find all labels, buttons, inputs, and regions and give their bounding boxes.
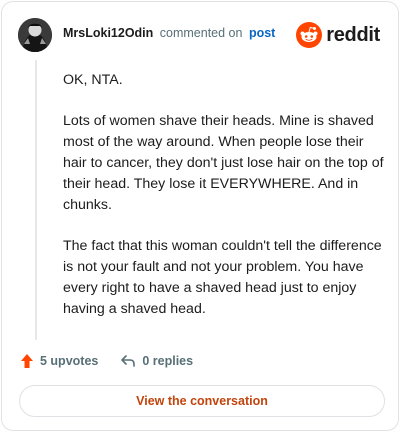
comment-paragraph: Lots of women shave their heads. Mine is… [63,113,384,213]
action-text: commented on [159,26,243,40]
upvote-arrow-icon [21,354,33,368]
avatar[interactable] [18,18,52,52]
reddit-wordmark: reddit [326,23,380,46]
reply-arrow-icon [121,355,136,367]
comment-card: MrsLoki12Odin commented on post reddit O… [1,1,399,431]
comment-paragraph: OK, NTA. [63,72,123,88]
post-link[interactable]: post [249,26,275,40]
reddit-logo[interactable]: reddit [296,21,380,49]
comment-meta: MrsLoki12Odin commented on post [63,26,275,40]
upvote-button[interactable]: 5 upvotes [20,353,98,369]
reply-count: 0 replies [142,354,194,368]
upvote-count: 5 upvotes [40,354,99,368]
comment-paragraph: The fact that this woman couldn't tell t… [63,238,382,317]
reply-button[interactable]: 0 replies [120,354,193,368]
comment-body: OK, NTA. Lots of women shave their heads… [63,70,385,340]
comment-header: MrsLoki12Odin commented on post reddit [18,18,382,52]
username-link[interactable]: MrsLoki12Odin [63,26,153,40]
thread-line [35,60,37,340]
comment-actions: 5 upvotes 0 replies [20,350,193,372]
reddit-logo-icon [296,22,323,48]
view-conversation-button[interactable]: View the conversation [19,385,385,417]
